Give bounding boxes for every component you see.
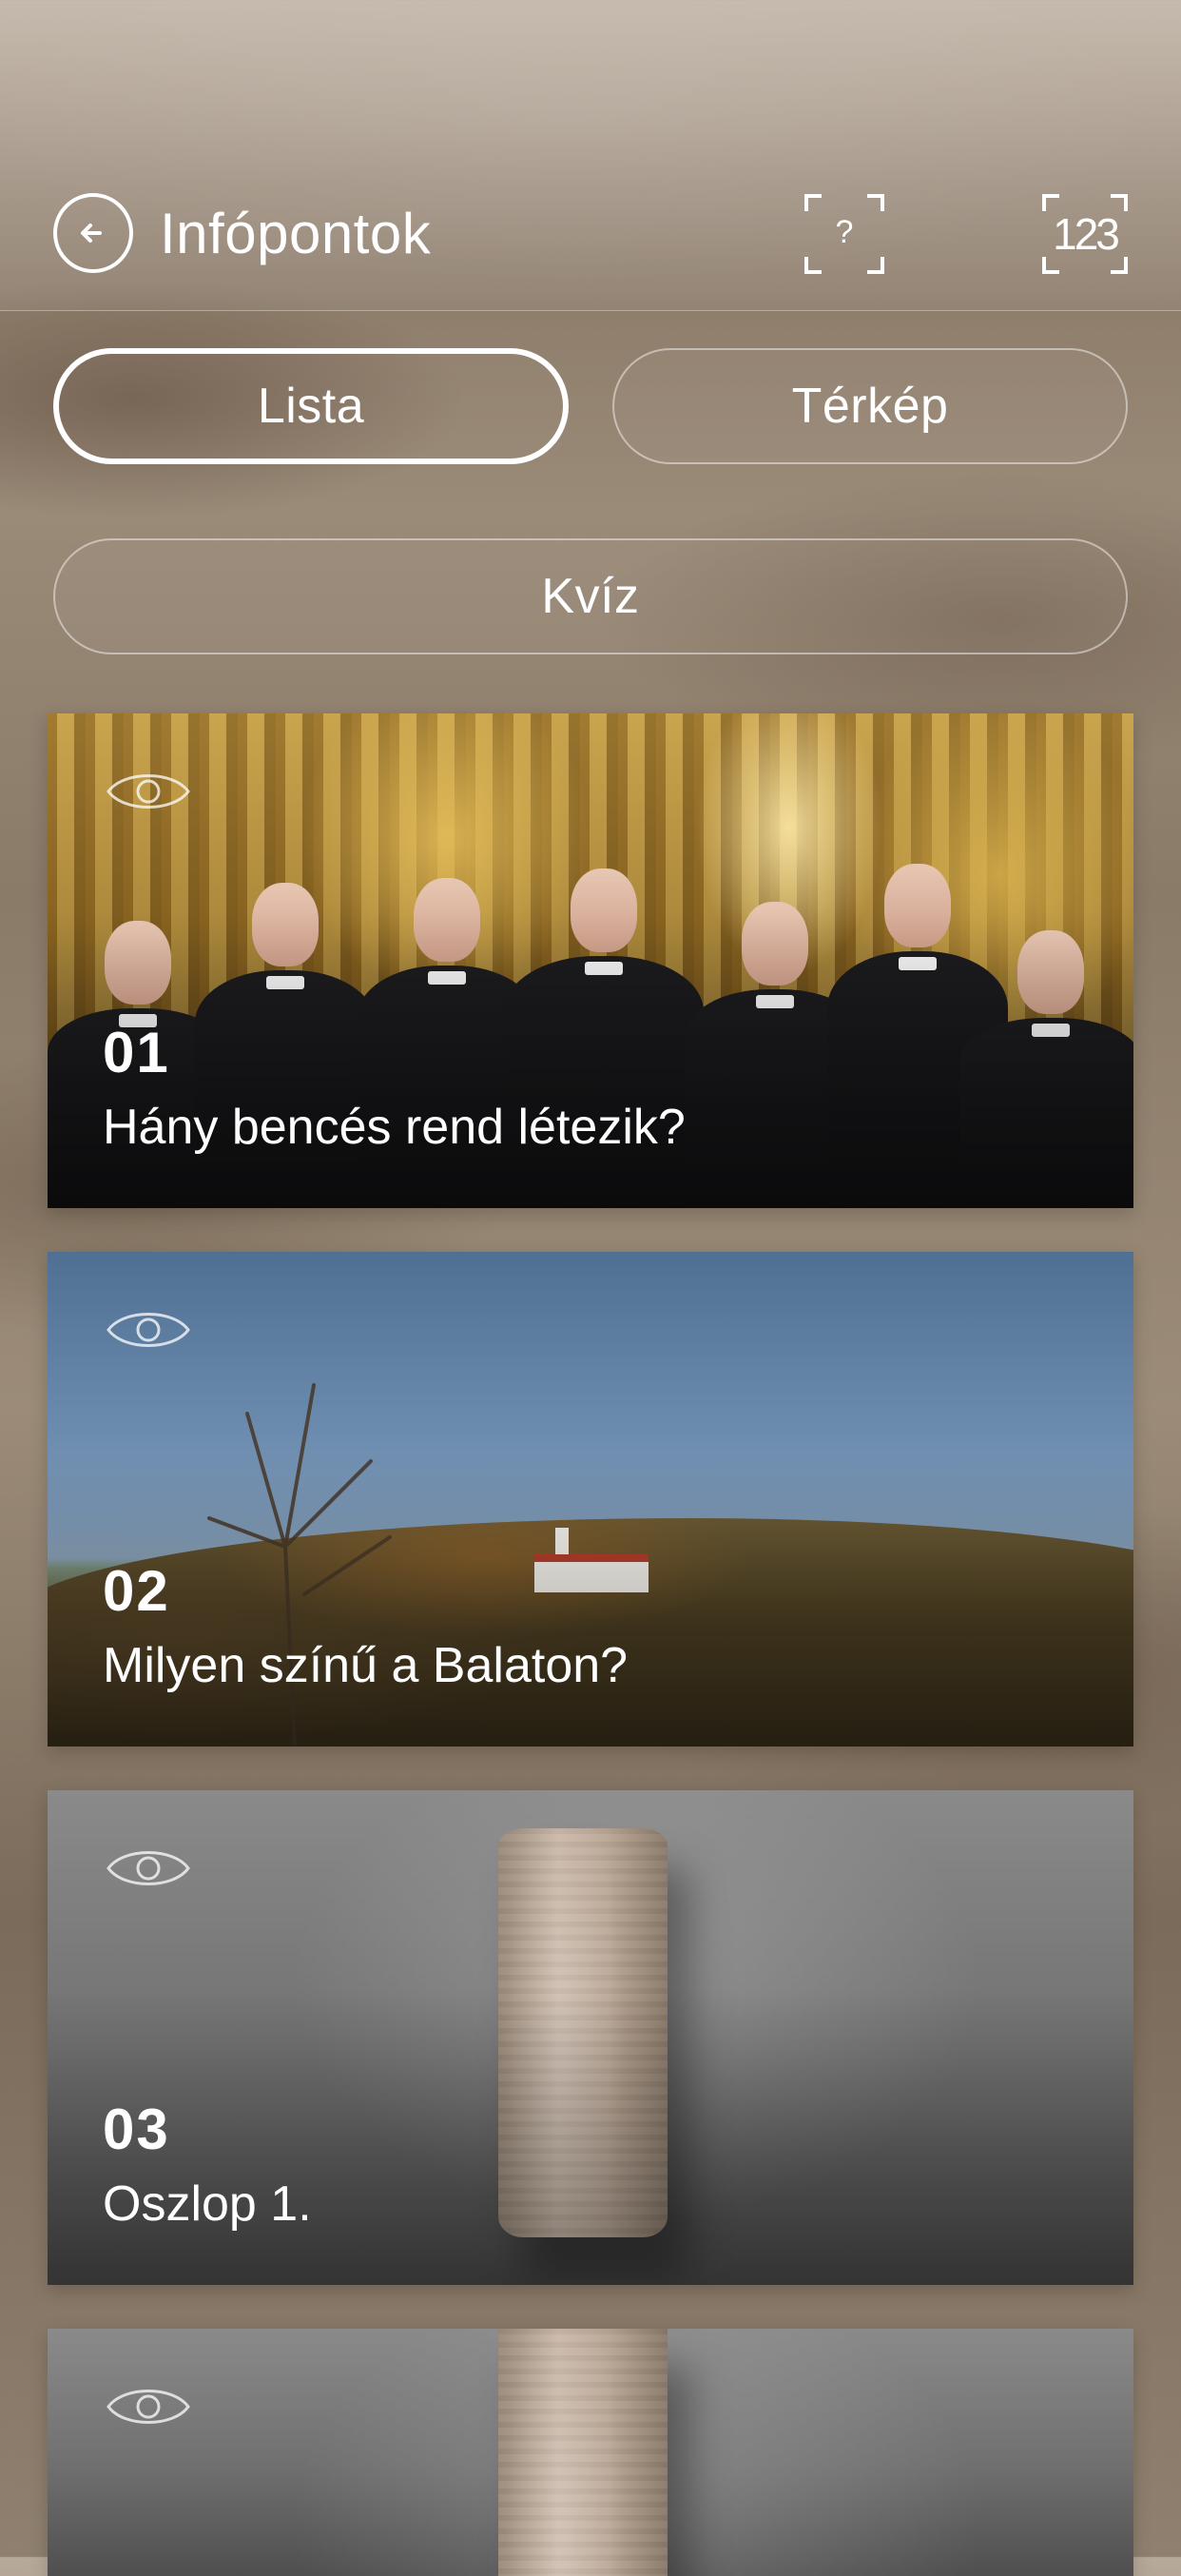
card-title: Milyen színű a Balaton? [103, 1638, 629, 1693]
tab-map-label: Térkép [791, 379, 949, 434]
help-label: ? [835, 214, 854, 250]
info-point-card[interactable]: 01 Hány bencés rend létezik? [48, 713, 1133, 1208]
eye-icon [106, 774, 190, 809]
tab-list[interactable]: Lista [53, 348, 569, 464]
number-entry-label: 123 [1053, 209, 1120, 259]
number-entry-button[interactable]: 123 [1042, 194, 1128, 274]
card-image-stone-column [48, 2329, 1133, 2576]
tab-map[interactable]: Térkép [612, 348, 1128, 464]
card-number: 02 [103, 1559, 170, 1623]
info-point-card[interactable]: 02 Milyen színű a Balaton? [48, 1252, 1133, 1747]
back-button[interactable] [53, 193, 133, 273]
tab-list-label: Lista [257, 379, 365, 434]
card-title: Hány bencés rend létezik? [103, 1100, 686, 1155]
top-bar: Infópontok ? 123 [0, 0, 1181, 311]
info-point-card[interactable]: 03 Oszlop 1. [48, 1790, 1133, 2285]
eye-icon [106, 1851, 190, 1885]
card-number: 01 [103, 1021, 170, 1084]
help-button[interactable]: ? [804, 194, 884, 274]
arrow-left-icon [81, 224, 102, 243]
stone-column [498, 2329, 668, 2576]
eye-icon [106, 2390, 190, 2424]
card-title: Oszlop 1. [103, 2176, 312, 2232]
card-number: 03 [103, 2098, 170, 2161]
info-point-card[interactable] [48, 2329, 1133, 2576]
quiz-label: Kvíz [541, 569, 640, 624]
quiz-button[interactable]: Kvíz [53, 538, 1128, 654]
page-title: Infópontok [160, 202, 432, 265]
eye-icon [106, 1313, 190, 1347]
